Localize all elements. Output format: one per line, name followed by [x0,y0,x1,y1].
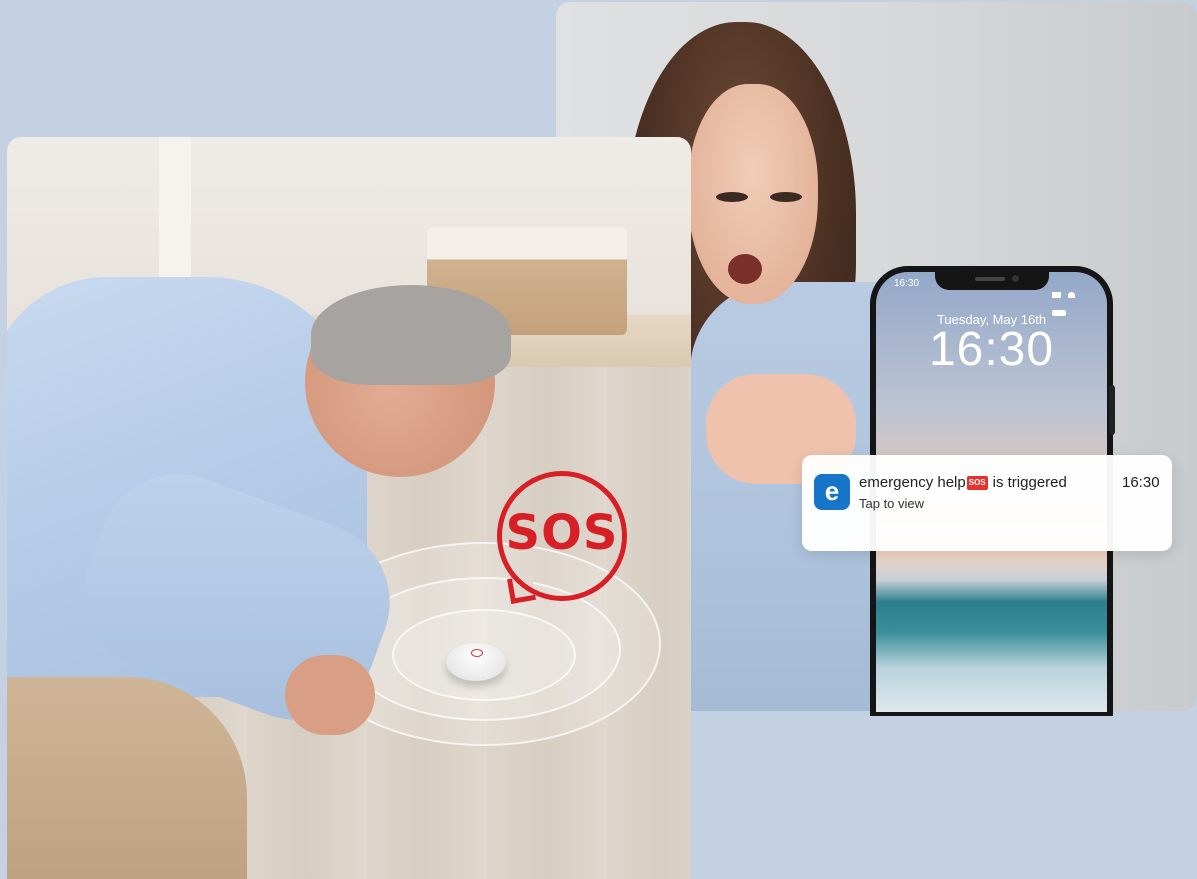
sos-callout-text: SOS [505,505,619,561]
woman-eye-right [770,192,802,202]
notification-title: emergency help SOS is triggered [859,474,1067,491]
phone-speaker [975,277,1005,281]
phone-camera [1012,275,1019,282]
device-logo [471,649,483,657]
lock-screen-clock: 16:30 [928,323,1055,376]
signal-icon [1052,292,1061,298]
woman-mouth [728,254,762,284]
notification-time: 16:30 [1122,474,1160,491]
fallen-man-photo: SOS [7,137,691,879]
notification-title-end: is triggered [992,474,1067,491]
phone-side-button [1109,385,1115,435]
notification-title-start: emergency help [859,474,966,491]
man-hair [311,285,511,385]
pillar [159,137,191,287]
notification-subtitle: Tap to view [859,496,925,511]
status-bar-icons [1052,280,1092,316]
sos-badge-icon: SOS [966,476,988,490]
phone-notch [935,272,1049,290]
status-bar-time: 16:30 [894,278,920,289]
emergency-notification[interactable] [802,455,1172,551]
wifi-icon [1068,292,1076,298]
woman-eye-left [716,192,748,202]
man-hand [285,655,375,735]
app-icon: e [814,474,850,510]
